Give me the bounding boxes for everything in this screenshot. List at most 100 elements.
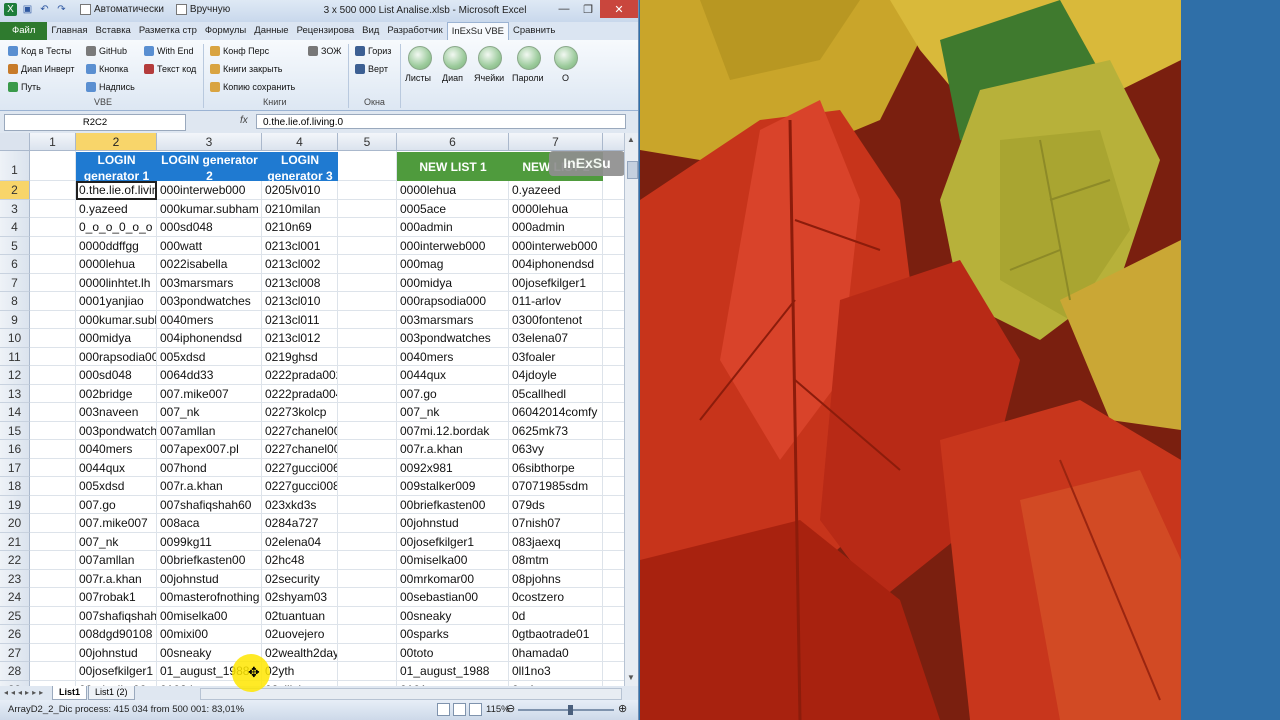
cell[interactable]: 08pjohns xyxy=(509,569,603,588)
cell[interactable] xyxy=(30,273,76,292)
path-button[interactable]: Путь xyxy=(8,82,41,92)
cell[interactable] xyxy=(338,421,397,440)
row-header[interactable]: 16 xyxy=(0,440,30,459)
cell[interactable] xyxy=(30,662,76,681)
cell[interactable]: 000sd048 xyxy=(157,218,262,237)
row-header[interactable]: 23 xyxy=(0,569,30,588)
cell[interactable] xyxy=(338,181,397,200)
tab-insert[interactable]: Вставка xyxy=(92,22,135,40)
cell[interactable] xyxy=(603,366,624,385)
cell[interactable]: 063vy xyxy=(509,440,603,459)
cell[interactable]: 06sibthorpe xyxy=(509,458,603,477)
cell[interactable]: 02wealth2day xyxy=(262,643,338,662)
scroll-thumb[interactable] xyxy=(627,161,638,179)
cell[interactable] xyxy=(603,570,624,588)
cell[interactable]: 000rapsodia000 xyxy=(397,292,509,311)
column-header[interactable]: 3 xyxy=(157,133,262,151)
cell[interactable] xyxy=(338,255,397,274)
row-header[interactable]: 17 xyxy=(0,458,30,477)
cell[interactable]: 000interweb000 xyxy=(397,236,509,255)
cell[interactable]: 007.mike007 xyxy=(76,514,157,533)
spreadsheet-grid[interactable]: 1 2 3 4 5 6 7 1 LOGIN generator 1 LOGIN generator… xyxy=(0,133,624,686)
cell[interactable]: 007apex007.pl xyxy=(157,440,262,459)
cell[interactable]: 03elena07 xyxy=(509,329,603,348)
cell[interactable] xyxy=(603,255,624,274)
cell[interactable]: 00josefkilger1 xyxy=(397,532,509,551)
cell[interactable]: 0gtbaotrade01 xyxy=(509,625,603,644)
cell[interactable]: 007_nk xyxy=(76,532,157,551)
tab-page-layout[interactable]: Разметка стр xyxy=(135,22,201,40)
save-icon[interactable]: ▣ xyxy=(21,3,34,16)
row-header[interactable]: 27 xyxy=(0,643,30,662)
cell[interactable]: 007.go xyxy=(397,384,509,403)
cell[interactable] xyxy=(338,347,397,366)
cell[interactable] xyxy=(338,440,397,459)
cell[interactable] xyxy=(30,625,76,644)
cell[interactable] xyxy=(603,477,624,496)
cell[interactable]: 000interweb000 xyxy=(509,236,603,255)
window-minimize-icon[interactable]: — xyxy=(552,0,576,18)
row-header[interactable]: 12 xyxy=(0,366,30,385)
cell[interactable]: 06042014comfy xyxy=(509,403,603,422)
row-header[interactable]: 26 xyxy=(0,625,30,644)
cell[interactable] xyxy=(30,236,76,255)
cell[interactable]: 0040mers xyxy=(397,347,509,366)
cell[interactable]: 02shyam03 xyxy=(262,588,338,607)
normal-view-icon[interactable] xyxy=(437,703,450,716)
cell[interactable]: 02yth xyxy=(262,662,338,681)
range-invert-button[interactable]: Диап Инверт xyxy=(8,64,75,74)
cell[interactable]: 0.yazeed xyxy=(509,181,603,200)
cell[interactable]: 02273kolcp xyxy=(262,403,338,422)
row-header[interactable]: 8 xyxy=(0,292,30,311)
cell[interactable]: 0001yanjiao xyxy=(76,292,157,311)
row-header[interactable]: 14 xyxy=(0,403,30,422)
row-header[interactable]: 13 xyxy=(0,384,30,403)
cell[interactable]: 0227gucci006 xyxy=(262,458,338,477)
cell[interactable] xyxy=(603,422,624,440)
cell[interactable] xyxy=(603,662,624,681)
cell[interactable]: 0213cl001 xyxy=(262,236,338,255)
row-header[interactable]: 5 xyxy=(0,236,30,255)
column-header[interactable]: 5 xyxy=(338,133,397,151)
cell[interactable]: 0044qux xyxy=(76,458,157,477)
cell[interactable] xyxy=(338,218,397,237)
cell[interactable]: 00miselka00 xyxy=(157,606,262,625)
cell[interactable] xyxy=(338,495,397,514)
cell[interactable]: 000rapsodia000 xyxy=(76,347,157,366)
page-break-view-icon[interactable] xyxy=(469,703,482,716)
cell[interactable] xyxy=(30,403,76,422)
cell[interactable] xyxy=(30,181,76,200)
cell[interactable]: 004iphonendsd xyxy=(509,255,603,274)
cell[interactable]: 000kumar.subham xyxy=(157,199,262,218)
cell[interactable] xyxy=(338,236,397,255)
cell[interactable]: 003marsmars xyxy=(397,310,509,329)
header-login-generator-3[interactable]: LOGIN generator 3 xyxy=(262,152,338,181)
vertical-scrollbar[interactable]: ▲ ▼ xyxy=(624,133,638,686)
cell[interactable]: 008aca xyxy=(157,514,262,533)
cell[interactable] xyxy=(338,329,397,348)
cell[interactable] xyxy=(603,329,624,348)
cell[interactable] xyxy=(338,477,397,496)
undo-icon[interactable]: ↶ xyxy=(38,3,51,16)
cell[interactable] xyxy=(30,151,76,181)
page-layout-view-icon[interactable] xyxy=(453,703,466,716)
zozh-button[interactable]: ЗОЖ xyxy=(308,46,341,56)
cell[interactable] xyxy=(603,607,624,625)
zoom-slider[interactable]: ⊖ ⊕ xyxy=(506,703,627,715)
cell[interactable] xyxy=(30,384,76,403)
cell[interactable]: 0000lehua xyxy=(509,199,603,218)
row-header[interactable]: 9 xyxy=(0,310,30,329)
cell[interactable] xyxy=(30,292,76,311)
cell[interactable]: 000admin xyxy=(397,218,509,237)
row-header[interactable]: 11 xyxy=(0,347,30,366)
cell[interactable]: 0092x981 xyxy=(397,458,509,477)
cell[interactable]: 0044qux xyxy=(397,366,509,385)
cell[interactable] xyxy=(338,199,397,218)
zoom-slider-knob[interactable] xyxy=(568,705,573,715)
cell[interactable]: 02tuantuan xyxy=(262,606,338,625)
range-orb-icon[interactable] xyxy=(443,46,467,70)
cell[interactable]: 0227chanel009 xyxy=(262,440,338,459)
cell[interactable]: 005xdsd xyxy=(76,477,157,496)
cell[interactable]: 007r.a.khan xyxy=(157,477,262,496)
cell[interactable] xyxy=(338,662,397,681)
